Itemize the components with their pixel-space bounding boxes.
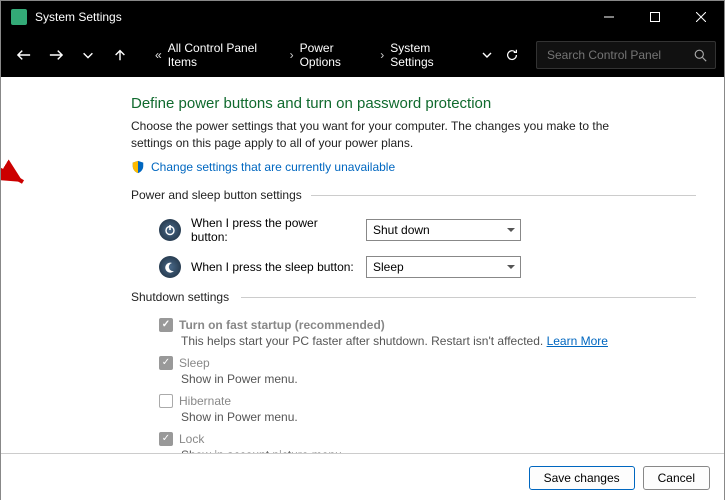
learn-more-link[interactable]: Learn More [547, 334, 608, 348]
sleep-option-description: Show in Power menu. [181, 372, 696, 386]
refresh-button[interactable] [498, 48, 526, 62]
back-button[interactable] [9, 40, 39, 70]
breadcrumb-dropdown[interactable] [477, 50, 498, 60]
window-title: System Settings [35, 10, 122, 24]
annotation-arrow [1, 146, 33, 201]
fast-startup-description: This helps start your PC faster after sh… [181, 334, 696, 348]
breadcrumb-prefix: « [155, 48, 164, 62]
close-button[interactable] [678, 1, 724, 33]
section-heading-power: Power and sleep button settings [131, 188, 696, 202]
fast-startup-checkbox[interactable]: ✓ [159, 318, 173, 332]
change-settings-link[interactable]: Change settings that are currently unava… [151, 160, 395, 174]
search-icon [694, 49, 707, 62]
breadcrumb-item[interactable]: All Control Panel Items [164, 41, 288, 69]
section-heading-shutdown: Shutdown settings [131, 290, 696, 304]
sleep-icon [159, 256, 181, 278]
hibernate-checkbox[interactable] [159, 394, 173, 408]
sleep-button-label: When I press the sleep button: [191, 260, 356, 274]
power-button-select[interactable]: Shut down [366, 219, 521, 241]
cancel-button[interactable]: Cancel [643, 466, 710, 490]
page-heading: Define power buttons and turn on passwor… [131, 95, 696, 112]
maximize-button[interactable] [632, 1, 678, 33]
content-area: Define power buttons and turn on passwor… [1, 77, 724, 453]
sleep-option-label: Sleep [179, 356, 210, 370]
search-box[interactable] [536, 41, 716, 69]
navigation-toolbar: « All Control Panel Items › Power Option… [1, 33, 724, 77]
recent-locations-button[interactable] [73, 40, 103, 70]
search-input[interactable] [545, 47, 685, 63]
minimize-button[interactable] [586, 1, 632, 33]
sleep-checkbox[interactable]: ✓ [159, 356, 173, 370]
hibernate-option-description: Show in Power menu. [181, 410, 696, 424]
up-button[interactable] [105, 40, 135, 70]
chevron-right-icon: › [288, 48, 296, 62]
hibernate-option-label: Hibernate [179, 394, 231, 408]
sleep-button-select[interactable]: Sleep [366, 256, 521, 278]
title-bar: System Settings [1, 1, 724, 33]
power-icon [159, 219, 181, 241]
app-icon [11, 9, 27, 25]
shield-icon [131, 160, 145, 174]
lock-option-label: Lock [179, 432, 204, 446]
page-description: Choose the power settings that you want … [131, 118, 651, 152]
forward-button[interactable] [41, 40, 71, 70]
lock-checkbox[interactable]: ✓ [159, 432, 173, 446]
chevron-right-icon: › [378, 48, 386, 62]
breadcrumb-item[interactable]: Power Options [296, 41, 379, 69]
save-changes-button[interactable]: Save changes [529, 466, 635, 490]
breadcrumb-item[interactable]: System Settings [386, 41, 476, 69]
power-button-label: When I press the power button: [191, 216, 356, 244]
footer-bar: Save changes Cancel [1, 453, 724, 501]
lock-option-description: Show in account picture menu. [181, 448, 696, 453]
breadcrumb[interactable]: « All Control Panel Items › Power Option… [145, 40, 526, 70]
fast-startup-label: Turn on fast startup (recommended) [179, 318, 385, 332]
